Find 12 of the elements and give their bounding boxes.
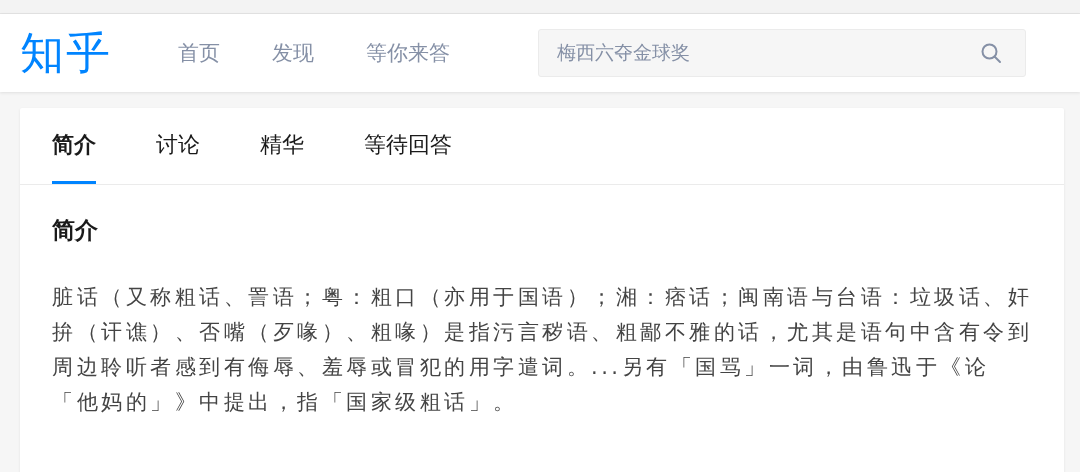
logo[interactable]: 知乎 — [20, 31, 160, 75]
section-title: 简介 — [52, 216, 99, 245]
search-icon[interactable] — [980, 42, 1002, 64]
nav-link[interactable]: 首页 — [178, 39, 220, 67]
nav-link[interactable]: 等你来答 — [366, 39, 450, 67]
intro-paragraph: 脏话（又称粗话、詈语；粤：粗口（亦用于国语）；湘：痞话；闽南语与台语：垃圾话、奸拚（讦谯）、否嘴（歹喙）、粗喙）是指污言秽语、粗鄙不雅的话，尤其是语句中含有令到周边聆听者感到有侮辱、羞辱或冒犯的用字遣词。...另有「国骂」一词，由鲁迅于《论「他妈的」》中提出，指「国家级粗话」。 — [52, 284, 1033, 416]
tab[interactable]: 讨论 — [156, 108, 200, 184]
tab[interactable]: 精华 — [260, 108, 304, 184]
tab[interactable]: 等待回答 — [364, 108, 452, 184]
search-field[interactable]: 梅西六夺金球奖 — [538, 29, 1026, 77]
nav-link[interactable]: 发现 — [272, 39, 314, 67]
tab[interactable]: 简介 — [52, 108, 96, 184]
